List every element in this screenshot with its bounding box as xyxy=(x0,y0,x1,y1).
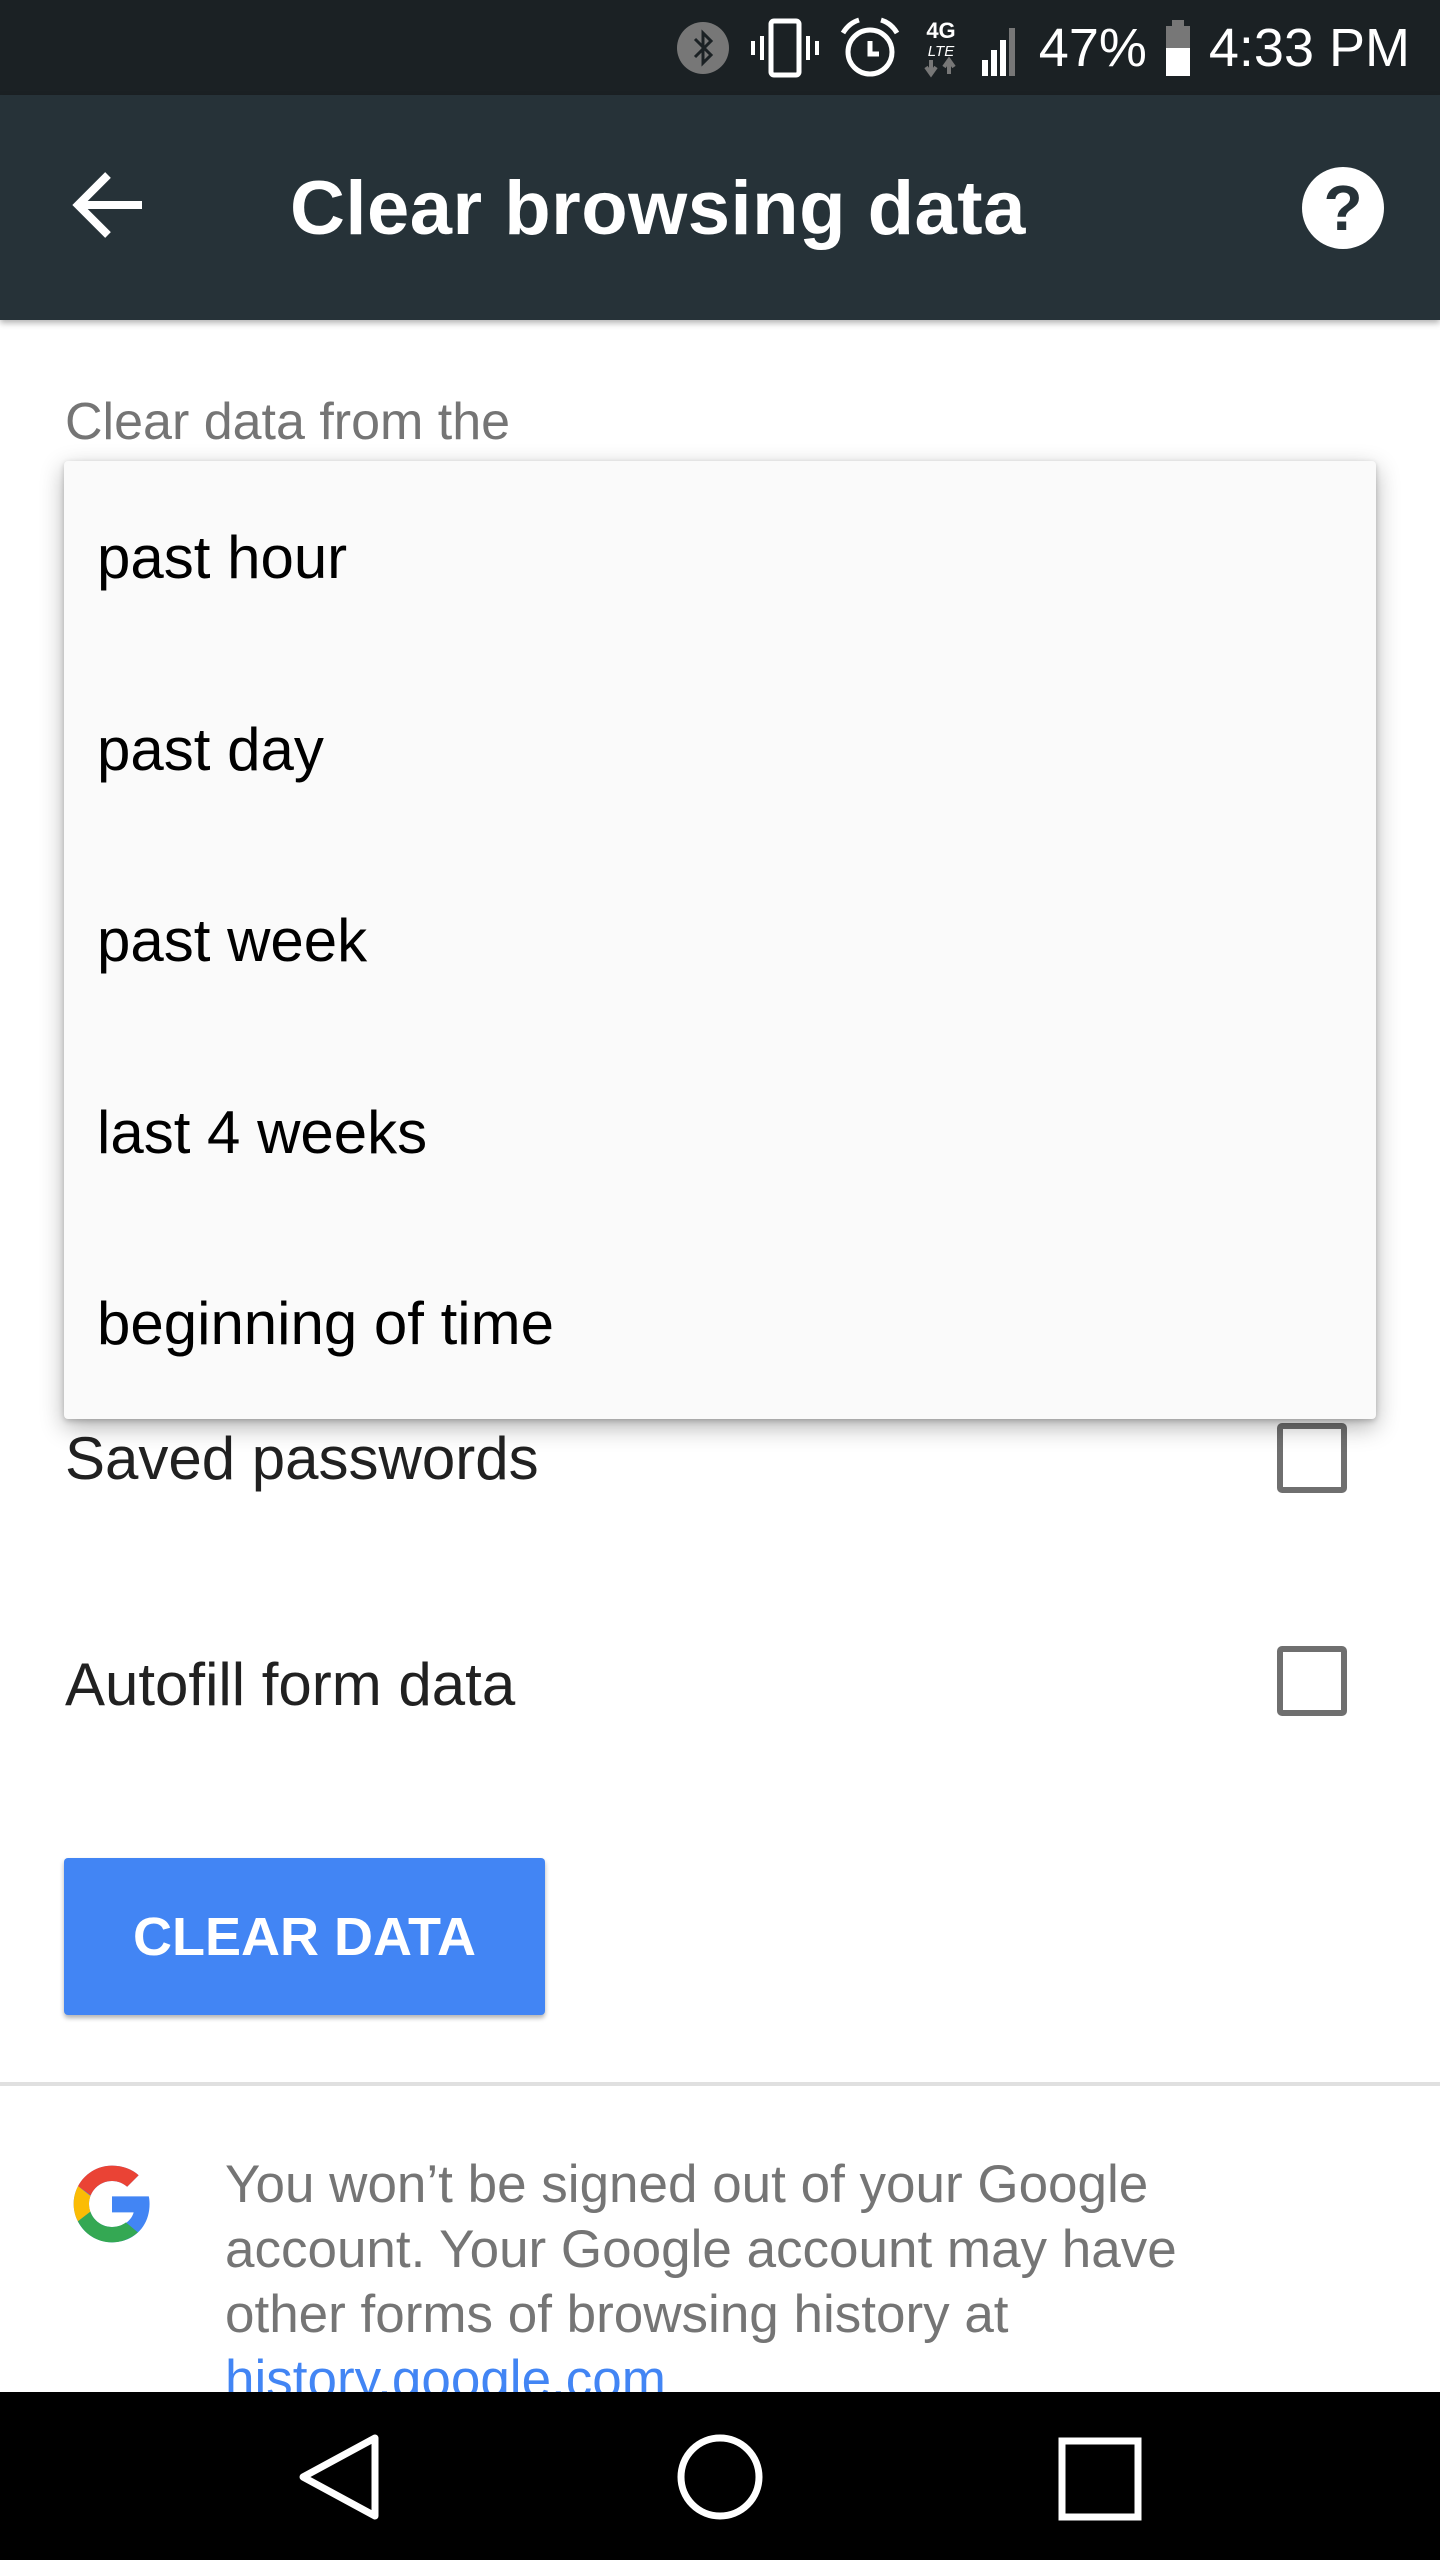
item-saved-passwords-label: Saved passwords xyxy=(65,1425,539,1492)
saved-passwords-checkbox[interactable] xyxy=(1277,1423,1347,1493)
4g-lte-icon: 4GLTE xyxy=(924,18,955,77)
back-nav-icon[interactable] xyxy=(295,2432,385,2522)
app-bar: Clear browsing data ? xyxy=(0,95,1440,320)
divider xyxy=(0,2082,1440,2086)
arrow-back-icon[interactable] xyxy=(70,165,160,245)
home-nav-icon[interactable] xyxy=(675,2432,765,2522)
option-past-hour[interactable]: past hour xyxy=(64,462,1376,654)
info-message: You won’t be signed out of your Google a… xyxy=(225,2155,1177,2344)
page-title: Clear browsing data xyxy=(290,166,1026,251)
svg-text:4G: 4G xyxy=(926,18,955,43)
time-range-label: Clear data from the xyxy=(65,393,511,451)
option-past-week[interactable]: past week xyxy=(64,845,1376,1037)
signal-icon xyxy=(981,27,1015,76)
status-bar: 4G LTE 47% 4:33 PM xyxy=(0,0,1440,95)
battery-percent: 47% xyxy=(1038,17,1147,78)
navigation-bar xyxy=(0,2392,1440,2560)
recents-nav-icon[interactable] xyxy=(1058,2437,1142,2521)
help-icon[interactable]: ? xyxy=(1302,167,1384,249)
vibrate-icon xyxy=(750,18,819,77)
alarm-icon xyxy=(840,17,899,76)
bluetooth-icon xyxy=(676,21,729,74)
option-past-day[interactable]: past day xyxy=(64,654,1376,846)
info-text: You won’t be signed out of your Google a… xyxy=(225,2152,1235,2412)
option-beginning-of-time[interactable]: beginning of time xyxy=(64,1228,1376,1420)
time-range-dropdown: past hour past day past week last 4 week… xyxy=(64,461,1376,1419)
option-last-4-weeks[interactable]: last 4 weeks xyxy=(64,1037,1376,1229)
clock: 4:33 PM xyxy=(1208,17,1410,78)
battery-icon xyxy=(1165,19,1190,76)
svg-text:LTE: LTE xyxy=(928,43,955,60)
item-autofill-label: Autofill form data xyxy=(65,1651,516,1718)
autofill-checkbox[interactable] xyxy=(1277,1646,1347,1716)
google-logo-icon xyxy=(73,2165,150,2243)
clear-data-button[interactable]: CLEAR DATA xyxy=(64,1858,545,2015)
